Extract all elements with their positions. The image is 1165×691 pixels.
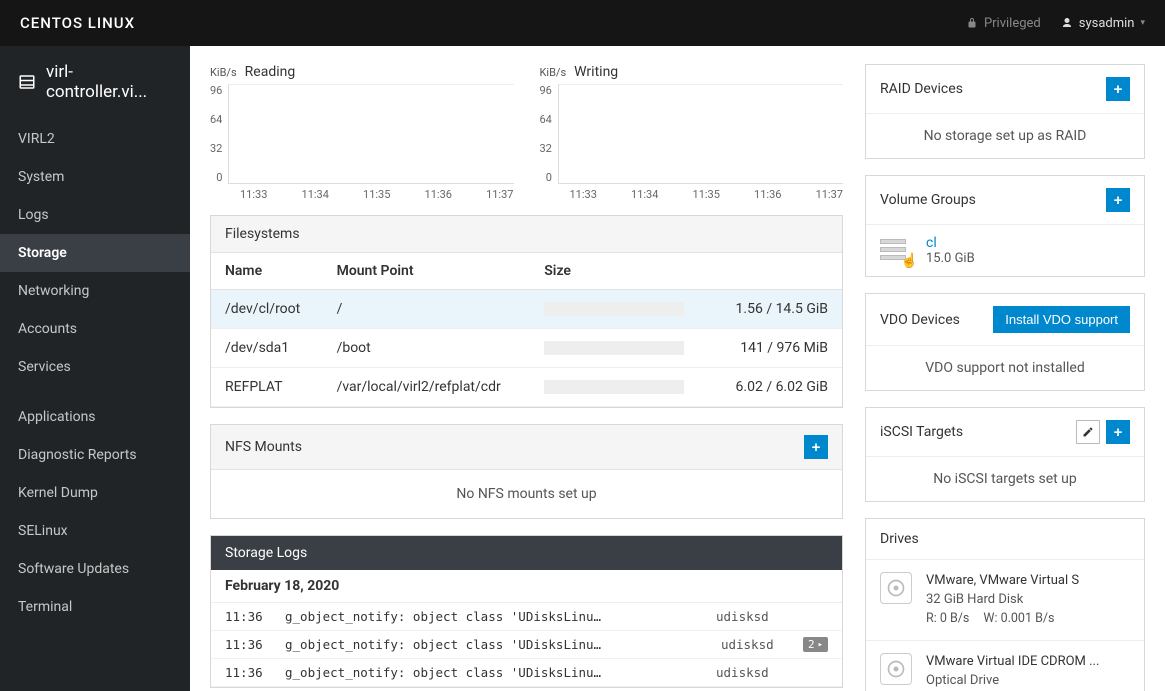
filesystem-row[interactable]: /dev/cl/root / 1.56 / 14.5 GiB: [211, 290, 842, 329]
add-raid-button[interactable]: +: [1106, 77, 1130, 101]
io-charts: KiB/s Reading 9664320 11:3311:3411:3511:…: [210, 64, 843, 201]
main-content: KiB/s Reading 9664320 11:3311:3411:3511:…: [190, 46, 1165, 691]
lock-icon: [966, 17, 978, 29]
sidebar-item-terminal[interactable]: Terminal: [0, 588, 190, 626]
topbar: CENTOS LINUX Privileged sysadmin ▾: [0, 0, 1165, 46]
sidebar-item-logs[interactable]: Logs: [0, 196, 190, 234]
chevron-down-icon: ▾: [1140, 18, 1145, 28]
sidebar-item-services[interactable]: Services: [0, 348, 190, 386]
reading-chart: KiB/s Reading 9664320 11:3311:3411:3511:…: [210, 64, 514, 201]
disk-icon: [880, 572, 912, 604]
host-selector[interactable]: virl-controller.vi...: [0, 46, 190, 120]
sidebar-item-selinux[interactable]: SELinux: [0, 512, 190, 550]
writing-chart: KiB/s Writing 9664320 11:3311:3411:3511:…: [540, 64, 844, 201]
server-icon: [18, 73, 36, 91]
nfs-panel: NFS Mounts + No NFS mounts set up: [210, 424, 843, 519]
drive-item[interactable]: VMware, VMware Virtual S 32 GiB Hard Dis…: [866, 560, 1144, 640]
pencil-icon: [1082, 426, 1094, 438]
log-row[interactable]: 11:36 g_object_notify: object class 'UDi…: [211, 631, 842, 659]
volume-group-item[interactable]: ☝ cl 15.0 GiB: [866, 225, 1144, 276]
add-iscsi-button[interactable]: +: [1106, 420, 1130, 444]
log-date: February 18, 2020: [211, 570, 842, 603]
sidebar-item-applications[interactable]: Applications: [0, 398, 190, 436]
sidebar-item-software-updates[interactable]: Software Updates: [0, 550, 190, 588]
filesystems-panel: Filesystems NameMount PointSize /dev/cl/…: [210, 215, 843, 408]
log-row[interactable]: 11:36 g_object_notify: object class 'UDi…: [211, 603, 842, 631]
drives-panel: Drives VMware, VMware Virtual S 32 GiB H…: [865, 518, 1145, 691]
cursor-icon: ☝: [901, 253, 918, 269]
brand: CENTOS LINUX: [20, 14, 135, 32]
sidebar-item-virl2[interactable]: VIRL2: [0, 120, 190, 158]
filesystems-table: NameMount PointSize /dev/cl/root / 1.56 …: [211, 253, 842, 407]
iscsi-panel: iSCSI Targets + No iSCSI targets set up: [865, 407, 1145, 502]
sidebar-item-kernel-dump[interactable]: Kernel Dump: [0, 474, 190, 512]
edit-iscsi-button[interactable]: [1076, 420, 1100, 444]
privileged-indicator[interactable]: Privileged: [966, 16, 1041, 31]
sidebar-item-diagnostic-reports[interactable]: Diagnostic Reports: [0, 436, 190, 474]
filesystem-row[interactable]: /dev/sda1 /boot 141 / 976 MiB: [211, 329, 842, 368]
sidebar-item-system[interactable]: System: [0, 158, 190, 196]
log-row[interactable]: 11:36 g_object_notify: object class 'UDi…: [211, 659, 842, 687]
volume-groups-panel: Volume Groups + ☝ cl 15.0 GiB: [865, 175, 1145, 277]
filesystem-row[interactable]: REFPLAT /var/local/virl2/refplat/cdr 6.0…: [211, 368, 842, 407]
user-icon: [1061, 17, 1073, 29]
user-menu[interactable]: sysadmin ▾: [1061, 16, 1145, 31]
chart-plot-area: [558, 84, 843, 184]
storage-logs-panel: Storage Logs February 18, 2020 11:36 g_o…: [210, 535, 843, 688]
chart-plot-area: [228, 84, 513, 184]
disk-icon: [880, 653, 912, 685]
raid-panel: RAID Devices + No storage set up as RAID: [865, 64, 1145, 159]
vdo-panel: VDO Devices Install VDO support VDO supp…: [865, 293, 1145, 391]
log-count-badge[interactable]: 2▸: [803, 637, 828, 652]
nfs-empty-text: No NFS mounts set up: [211, 470, 842, 518]
install-vdo-button[interactable]: Install VDO support: [993, 306, 1130, 333]
add-vg-button[interactable]: +: [1106, 188, 1130, 212]
drive-item[interactable]: VMware Virtual IDE CDROM ... Optical Dri…: [866, 640, 1144, 691]
sidebar: virl-controller.vi... VIRL2SystemLogsSto…: [0, 46, 190, 691]
volume-group-icon: ☝: [880, 237, 912, 265]
sidebar-item-storage[interactable]: Storage: [0, 234, 190, 272]
storage-logs-header: Storage Logs: [211, 536, 842, 570]
sidebar-item-accounts[interactable]: Accounts: [0, 310, 190, 348]
sidebar-item-networking[interactable]: Networking: [0, 272, 190, 310]
add-nfs-button[interactable]: +: [804, 435, 828, 459]
